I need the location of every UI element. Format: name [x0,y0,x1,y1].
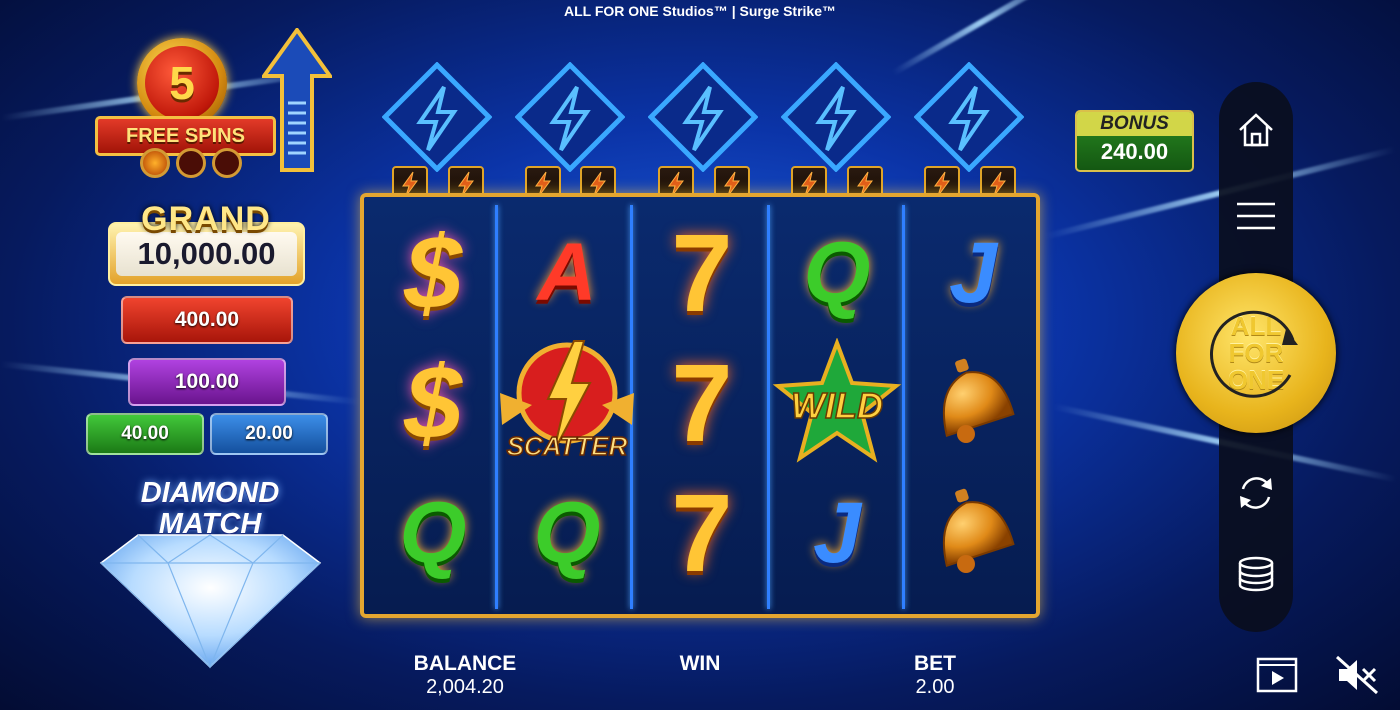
spin-button[interactable]: ALL FOR ONE [1176,273,1336,433]
reel-symbol-dollar: $ [404,214,462,331]
bell-icon [942,358,1015,443]
diamond-icon [99,534,322,669]
major-jackpot: 400.00 [121,296,293,344]
reel-symbol-q: Q [399,484,467,581]
progress-dot [176,148,206,178]
progress-dot-lit [140,148,170,178]
sound-muted-icon [1335,655,1379,695]
grand-jackpot-label: GRAND [141,200,271,238]
video-button[interactable] [1254,652,1300,698]
sound-toggle-button[interactable] [1334,652,1380,698]
reel-symbol-seven: 7 [671,211,733,335]
diamond-match-line1: DIAMOND [140,477,280,509]
menu-icon [1237,202,1275,230]
reel-symbol-wild: WILD [772,338,902,468]
mini-jackpot-green: 40.00 [86,413,204,455]
reel-symbol-q: Q [533,484,601,581]
bet-display: BET 2.00 [885,652,985,699]
wild-text: WILD [791,385,883,426]
reel-symbol-dollar: $ [404,344,462,461]
bonus-label: BONUS [1077,112,1192,136]
autoplay-button[interactable] [1233,470,1279,516]
bonus-buy-button[interactable]: BONUS 240.00 [1075,110,1194,172]
reel-symbol-bell [908,338,1038,468]
spin-arrow-icon [1210,310,1298,398]
reel-symbol-j: J [813,484,861,581]
minor-jackpot: 100.00 [128,358,286,406]
balance-display: BALANCE 2,004.20 [400,652,530,699]
free-spins-count-circle: 5 [137,38,227,128]
lightning-tile-icon [382,62,492,172]
balance-value: 2,004.20 [426,676,504,698]
upgrade-arrow-icon [262,28,332,172]
lightning-tile-icon [781,62,891,172]
reel-symbol-a: A [537,227,597,318]
lightning-tile-icon [914,62,1024,172]
reel-separator [902,205,905,609]
free-spins-progress [140,148,248,178]
bet-stack-icon [1238,556,1274,592]
win-display: WIN [650,652,750,676]
mini-jackpot-blue: 20.00 [210,413,328,455]
home-icon [1239,113,1273,147]
svg-text:SCATTER: SCATTER [507,431,628,461]
free-spins-count: 5 [145,46,219,120]
progress-dot [212,148,242,178]
bet-settings-button[interactable] [1233,552,1279,598]
reel-separator [767,205,770,609]
autoplay-icon [1240,477,1272,509]
bell-icon [942,488,1015,573]
bet-value: 2.00 [915,676,955,698]
menu-button[interactable] [1233,193,1279,239]
lightning-tile-icon [515,62,625,172]
home-button[interactable] [1233,107,1279,153]
reel-symbol-seven: 7 [671,341,733,465]
reel-symbol-j: J [949,224,997,321]
lightning-tile-icon [648,62,758,172]
bet-label: BET [914,652,956,675]
game-title: ALL FOR ONE Studios™ | Surge Strike™ [563,3,837,19]
balance-label: BALANCE [413,652,517,675]
win-label: WIN [679,652,721,675]
video-icon [1256,657,1298,693]
reel-symbol-q: Q [803,224,871,321]
reel-symbol-seven: 7 [671,471,733,595]
reel-symbol-scatter: SCATTER [492,338,642,468]
bonus-value: 240.00 [1100,139,1169,164]
reel-symbol-bell [908,468,1038,598]
